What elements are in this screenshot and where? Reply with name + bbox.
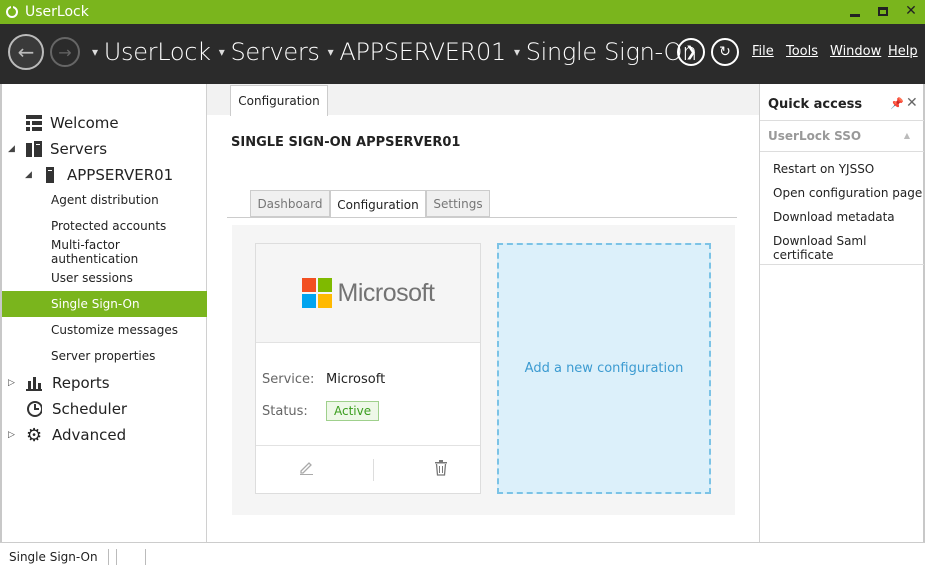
bar-chart-icon [26,375,42,391]
service-value: Microsoft [326,372,386,387]
pin-icon[interactable]: 📌 [890,97,904,110]
add-configuration-button[interactable]: Add a new configuration [497,243,711,494]
microsoft-logo: Microsoft [256,244,480,343]
tab-divider [227,217,737,218]
sidebar-item-appserver01[interactable]: ◢ APPSERVER01 [2,162,207,188]
menu-file[interactable]: File [752,44,774,59]
maximize-button[interactable] [869,0,897,22]
arrow-right-icon: → [58,42,72,62]
link-download-metadata[interactable]: Download metadata [773,210,895,224]
tab-settings[interactable]: Settings [426,190,490,217]
breadcrumb-dropdown-icon[interactable]: ▾ [219,45,225,59]
menu-help[interactable]: Help [888,44,918,59]
status-separator [107,548,109,565]
sso-config-card: Microsoft Service: Microsoft Status: Activ… [255,243,481,494]
sidebar-item-mfa[interactable]: Multi-factor authentication [2,238,207,266]
status-label: Status: [262,404,308,419]
sidebar-item-server-properties[interactable]: Server properties [2,343,207,369]
expand-icon[interactable]: ▷ [8,430,15,440]
title-bar: UserLock ✕ [0,0,925,24]
back-button[interactable]: ← [8,34,44,70]
status-separator [144,548,146,565]
server-icon [45,167,55,183]
status-badge: Active [326,401,380,421]
status-bar: Single Sign-On [0,542,925,570]
link-open-configuration-page[interactable]: Open configuration page [773,186,922,200]
quick-access-section-header[interactable]: UserLock SSO ▲ [760,120,924,152]
trash-icon [435,460,447,476]
breadcrumb-item-userlock[interactable]: UserLock [104,38,211,66]
breadcrumb-dropdown-icon[interactable]: ▾ [328,45,334,59]
menu-window[interactable]: Window [830,44,881,59]
microsoft-wordmark: Microsoft [337,278,435,307]
add-configuration-label: Add a new configuration [524,361,684,376]
menu-tools[interactable]: Tools [786,44,818,59]
gear-icon: ⚙ [25,424,43,446]
collapse-section-icon[interactable]: ▲ [904,131,910,140]
quick-access-divider [760,264,924,265]
breadcrumb-dropdown-icon[interactable]: ▾ [92,45,98,59]
page-title: SINGLE SIGN-ON APPSERVER01 [231,135,461,150]
pencil-icon [300,462,313,475]
delete-button[interactable] [434,460,448,479]
powershell-button[interactable]: ❯ [677,38,705,66]
main-content: SINGLE SIGN-ON APPSERVER01 Dashboard Con… [207,84,759,542]
close-panel-icon[interactable]: ✕ [906,95,918,111]
sidebar-item-reports[interactable]: ▷ Reports [2,370,207,396]
userlock-logo-icon [6,4,18,18]
section-title: UserLock SSO [768,129,862,143]
actions-divider [373,459,374,481]
link-restart-on-yjsso[interactable]: Restart on YJSSO [773,162,874,176]
minimize-button[interactable] [841,0,869,22]
minimize-icon [850,13,860,17]
status-row: Status: Active [262,401,380,421]
navigation-tree: Welcome ◢ Servers ◢ APPSERVER01 Agent di… [0,84,207,542]
tab-configuration[interactable]: Configuration [330,190,426,218]
collapse-icon[interactable]: ◢ [25,170,32,180]
prompt-icon: ❯ [685,44,697,60]
microsoft-logo-icon [301,278,332,308]
collapse-icon[interactable]: ◢ [8,144,15,154]
status-text: Single Sign-On [9,549,98,564]
configuration-panel: SINGLE SIGN-ON APPSERVER01 Dashboard Con… [207,115,759,542]
navigation-bar: ← → ▾ UserLock ▾ Servers ▾ APPSERVER01 ▾ Sin… [0,24,925,84]
sidebar-item-scheduler[interactable]: Scheduler [2,396,207,422]
breadcrumb-item-current[interactable]: Single Sign-On [526,38,698,66]
window-title: UserLock [25,4,89,20]
refresh-button[interactable]: ↻ [711,38,739,66]
sidebar-item-welcome[interactable]: Welcome [2,110,207,136]
tab-dashboard[interactable]: Dashboard [250,190,330,217]
sidebar-item-servers[interactable]: ◢ Servers [2,136,207,162]
sidebar-item-advanced[interactable]: ▷ ⚙ Advanced [2,422,207,448]
arrow-left-icon: ← [17,40,35,64]
service-label: Service: [262,372,315,387]
edit-button[interactable] [298,459,314,478]
service-row: Service: Microsoft [262,372,385,387]
close-window-button[interactable]: ✕ [897,0,925,22]
breadcrumb-item-servers[interactable]: Servers [231,38,320,66]
sidebar-item-agent-distribution[interactable]: Agent distribution [2,187,207,213]
grid-icon [26,115,42,131]
expand-icon[interactable]: ▷ [8,378,15,388]
breadcrumb-item-server[interactable]: APPSERVER01 [339,38,506,66]
sidebar-item-protected-accounts[interactable]: Protected accounts [2,213,207,239]
sidebar-item-customize-messages[interactable]: Customize messages [2,317,207,343]
forward-button[interactable]: → [50,37,80,67]
sidebar-item-user-sessions[interactable]: User sessions [2,265,207,291]
quick-access-title: Quick access [768,97,863,112]
link-download-saml-certificate[interactable]: Download Saml certificate [773,234,923,262]
clock-icon [26,401,42,417]
status-separator [115,548,117,565]
breadcrumb: ▾ UserLock ▾ Servers ▾ APPSERVER01 ▾ Single … [90,38,703,66]
servers-icon [26,141,42,157]
close-icon: ✕ [905,3,917,19]
refresh-icon: ↻ [719,44,731,60]
card-actions [256,445,480,493]
quick-access-panel: Quick access 📌 ✕ UserLock SSO ▲ Restart … [759,84,925,542]
window-controls: ✕ [841,0,925,22]
document-tab-configuration[interactable]: Configuration [230,85,328,116]
sidebar-item-single-sign-on[interactable]: Single Sign-On [2,291,207,317]
breadcrumb-dropdown-icon[interactable]: ▾ [514,45,520,59]
maximize-icon [878,6,888,16]
